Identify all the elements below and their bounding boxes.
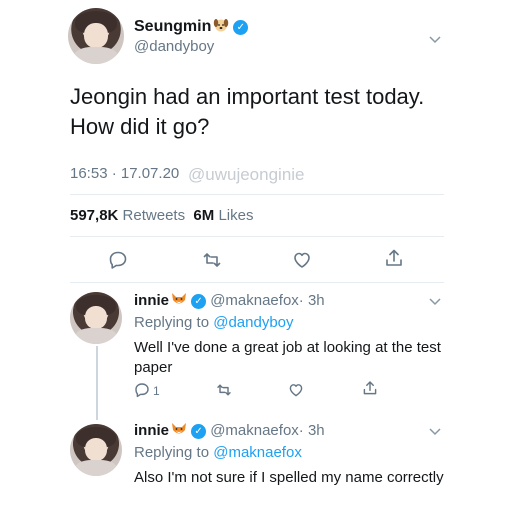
reply-avatar[interactable] — [70, 424, 122, 476]
tweet-stats: 597,8K Retweets 6M Likes — [70, 207, 253, 224]
fox-emoji-icon — [171, 292, 187, 306]
watermark: @uwujeonginie — [188, 165, 305, 184]
reply-author-handle[interactable]: @maknaefox — [210, 292, 299, 309]
author-name-text: Seungmin — [134, 18, 212, 35]
reply-text: Also I'm not sure if I spelled my name c… — [134, 469, 444, 486]
likes-count: 6M — [193, 207, 215, 224]
replying-to: Replying to @maknaefox — [134, 444, 302, 461]
retweets-count: 597,8K — [70, 207, 119, 224]
retweet-icon[interactable] — [202, 250, 222, 270]
reply-author-handle[interactable]: @maknaefox — [210, 422, 299, 439]
tweet-timestamp[interactable]: 16:53 · 17.07.20 — [70, 165, 179, 182]
retweets-label: Retweets — [122, 207, 186, 224]
chevron-down-icon[interactable] — [428, 426, 442, 436]
reply-avatar[interactable] — [70, 292, 122, 344]
likes-label: Likes — [218, 207, 254, 224]
chevron-down-icon[interactable] — [428, 34, 442, 44]
divider — [70, 194, 444, 195]
reply-time[interactable]: · 3h — [299, 292, 325, 309]
retweets-stat[interactable]: 597,8K Retweets — [70, 207, 185, 224]
replying-prefix: Replying to — [134, 314, 210, 331]
author-avatar[interactable] — [68, 8, 124, 64]
dog-emoji-icon — [213, 18, 229, 32]
reply-text: Well I've done a great job at looking at… — [134, 339, 441, 376]
replying-to: Replying to @dandyboy — [134, 314, 294, 331]
replying-to-link[interactable]: @dandyboy — [213, 314, 293, 331]
divider — [70, 282, 444, 283]
fox-emoji-icon — [171, 422, 187, 436]
tweet-text: Jeongin had an important test today. How… — [70, 84, 425, 139]
verified-icon: ✓ — [191, 294, 207, 309]
likes-stat[interactable]: 6M Likes — [193, 207, 253, 224]
reply-author-name[interactable]: innie — [134, 292, 169, 309]
retweet-icon[interactable] — [216, 382, 232, 398]
reply-icon[interactable] — [134, 382, 150, 398]
reply-icon[interactable] — [108, 250, 128, 270]
verified-icon: ✓ — [191, 424, 207, 439]
verified-icon: ✓ — [233, 20, 249, 35]
author-name[interactable]: Seungmin ✓ — [134, 18, 249, 36]
reply-header: innie ✓ @maknaefox· 3h — [134, 292, 325, 309]
like-icon[interactable] — [292, 250, 312, 270]
author-handle[interactable]: @dandyboy — [134, 38, 214, 55]
reply-count: 1 — [153, 384, 160, 398]
replying-prefix: Replying to — [134, 444, 210, 461]
reply-author-name[interactable]: innie — [134, 422, 169, 439]
share-icon[interactable] — [384, 248, 404, 268]
reply-header: innie ✓ @maknaefox· 3h — [134, 422, 325, 439]
thread-line — [96, 346, 98, 420]
divider — [70, 236, 444, 237]
like-icon[interactable] — [288, 382, 304, 398]
share-icon[interactable] — [362, 380, 378, 396]
replying-to-link[interactable]: @maknaefox — [213, 444, 302, 461]
reply-time[interactable]: · 3h — [299, 422, 325, 439]
chevron-down-icon[interactable] — [428, 296, 442, 306]
